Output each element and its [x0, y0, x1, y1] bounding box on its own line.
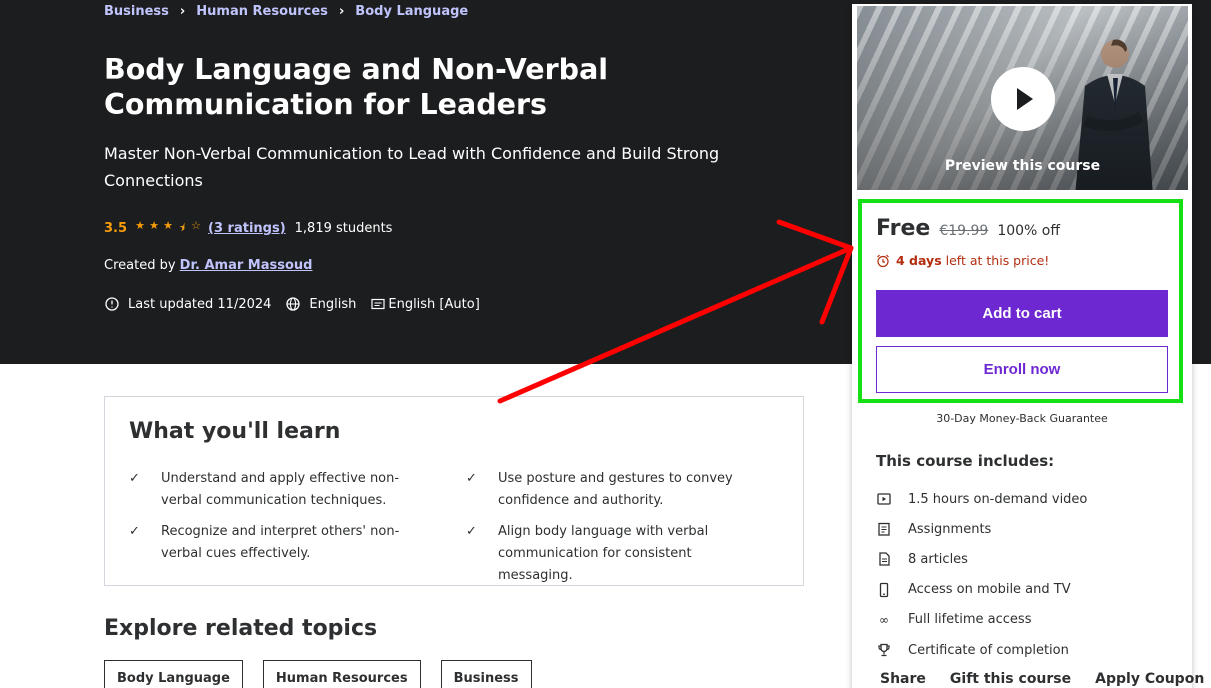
- annotation-arrow: [497, 219, 854, 404]
